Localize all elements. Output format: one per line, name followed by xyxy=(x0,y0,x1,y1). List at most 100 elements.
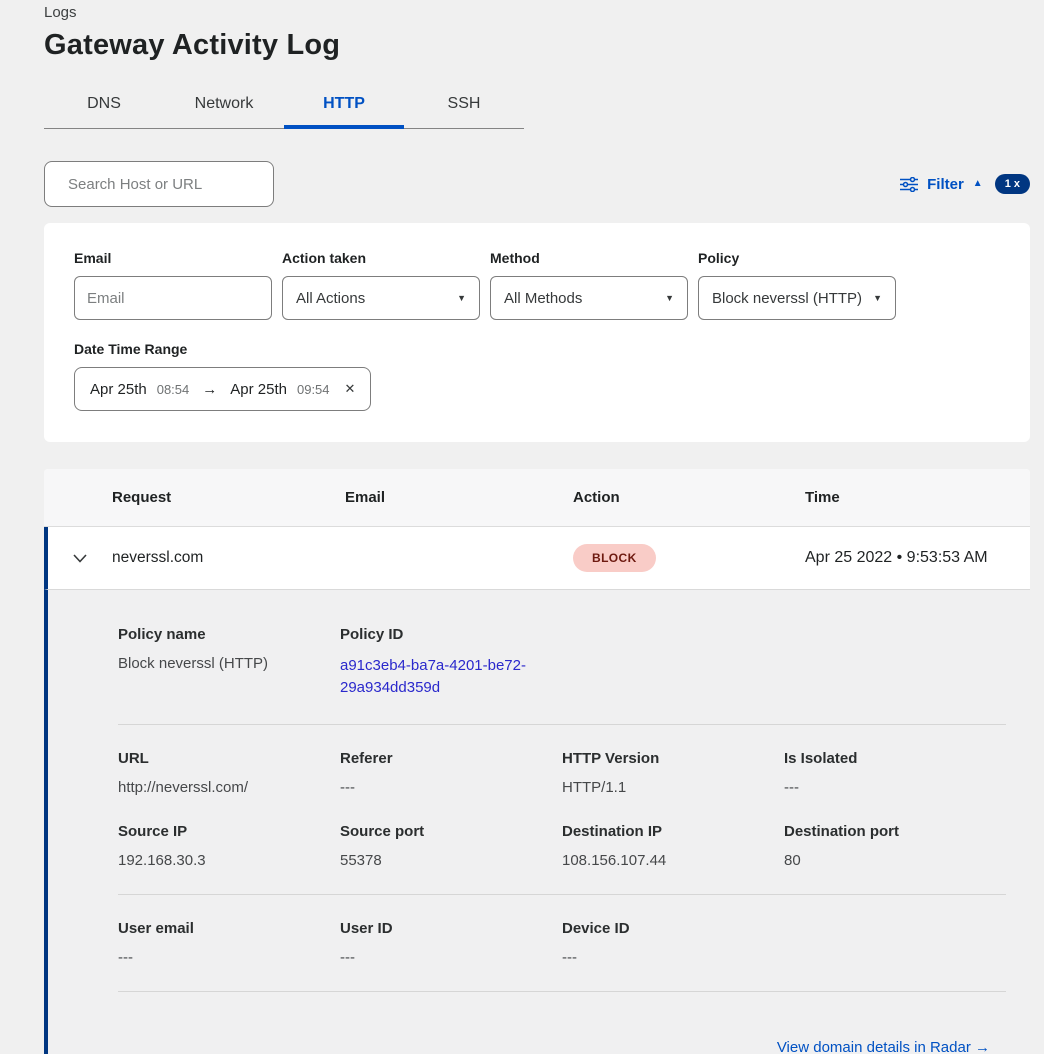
toolbar: Filter ▲ 1 x xyxy=(44,161,1030,207)
device-id-field: Device ID --- xyxy=(562,920,784,966)
arrow-right-icon: → xyxy=(975,1039,990,1054)
caret-down-icon: ▼ xyxy=(457,293,466,303)
email-filter-field: Email xyxy=(74,250,272,320)
policy-id-field: Policy ID a91c3eb4-ba7a-4201-be72-29a934… xyxy=(340,626,1006,699)
tab-http[interactable]: HTTP xyxy=(284,83,404,128)
arrow-right-icon: → xyxy=(199,381,220,398)
policy-select[interactable]: Block neverssl (HTTP) ▼ xyxy=(698,276,896,320)
destination-ip-field: Destination IP 108.156.107.44 xyxy=(562,823,784,869)
user-id-label: User ID xyxy=(340,920,562,937)
user-id-value: --- xyxy=(340,949,562,966)
policy-label: Policy xyxy=(698,250,896,266)
column-header-time: Time xyxy=(805,489,1030,506)
section-divider xyxy=(118,724,1006,725)
method-label: Method xyxy=(490,250,688,266)
source-port-field: Source port 55378 xyxy=(340,823,562,869)
is-isolated-field: Is Isolated --- xyxy=(784,750,1006,796)
action-taken-value: All Actions xyxy=(296,290,365,307)
filter-label: Filter xyxy=(927,176,964,193)
range-end-time[interactable]: 09:54 xyxy=(297,382,330,397)
source-ip-label: Source IP xyxy=(118,823,340,840)
destination-ip-value: 108.156.107.44 xyxy=(562,852,784,869)
action-taken-select[interactable]: All Actions ▼ xyxy=(282,276,480,320)
destination-port-field: Destination port 80 xyxy=(784,823,1006,869)
section-divider xyxy=(118,991,1006,992)
referer-label: Referer xyxy=(340,750,562,767)
table-header-row: Request Email Action Time xyxy=(44,469,1030,527)
range-start-time[interactable]: 08:54 xyxy=(157,382,190,397)
email-filter-label: Email xyxy=(74,250,272,266)
destination-ip-label: Destination IP xyxy=(562,823,784,840)
destination-port-label: Destination port xyxy=(784,823,1006,840)
section-divider xyxy=(118,894,1006,895)
caret-down-icon: ▼ xyxy=(873,293,882,303)
action-taken-field: Action taken All Actions ▼ xyxy=(282,250,480,320)
tab-ssh[interactable]: SSH xyxy=(404,83,524,128)
action-taken-label: Action taken xyxy=(282,250,480,266)
search-box[interactable] xyxy=(44,161,274,207)
caret-up-icon: ▲ xyxy=(973,179,983,189)
caret-down-icon: ▼ xyxy=(665,293,674,303)
user-email-label: User email xyxy=(118,920,340,937)
column-header-email: Email xyxy=(345,489,573,506)
user-email-field: User email --- xyxy=(118,920,340,966)
page-title: Gateway Activity Log xyxy=(44,29,1030,62)
gateway-activity-log-page: Logs Gateway Activity Log DNS Network HT… xyxy=(0,0,1044,1054)
row-detail-panel: Policy name Block neverssl (HTTP) Policy… xyxy=(44,590,1030,1054)
source-ip-value: 192.168.30.3 xyxy=(118,852,340,869)
source-port-value: 55378 xyxy=(340,852,562,869)
row-request: neverssl.com xyxy=(112,549,345,567)
tab-bar: DNS Network HTTP SSH xyxy=(44,83,524,129)
email-filter-input[interactable] xyxy=(74,276,272,320)
destination-port-value: 80 xyxy=(784,852,1006,869)
policy-id-link[interactable]: a91c3eb4-ba7a-4201-be72-29a934dd359d xyxy=(340,655,526,699)
user-id-field: User ID --- xyxy=(340,920,562,966)
device-id-value: --- xyxy=(562,949,784,966)
tab-dns[interactable]: DNS xyxy=(44,83,164,128)
filter-count-badge[interactable]: 1 x xyxy=(995,174,1030,194)
activity-log-table: Request Email Action Time neverssl.com B… xyxy=(44,469,1030,1054)
policy-name-value: Block neverssl (HTTP) xyxy=(118,655,340,672)
user-email-value: --- xyxy=(118,949,340,966)
filter-panel: Email Action taken All Actions ▼ Method … xyxy=(44,223,1030,442)
http-version-field: HTTP Version HTTP/1.1 xyxy=(562,750,784,796)
url-value: http://neverssl.com/ xyxy=(118,779,340,796)
policy-id-label: Policy ID xyxy=(340,626,1006,643)
policy-value: Block neverssl (HTTP) xyxy=(712,290,862,307)
row-time: Apr 25 2022 • 9:53:53 AM xyxy=(805,549,1030,567)
referer-value: --- xyxy=(340,779,562,796)
block-status-badge: BLOCK xyxy=(573,544,656,572)
method-select[interactable]: All Methods ▼ xyxy=(490,276,688,320)
policy-name-field: Policy name Block neverssl (HTTP) xyxy=(118,626,340,699)
column-header-action: Action xyxy=(573,489,805,506)
range-start-date[interactable]: Apr 25th xyxy=(90,381,147,398)
range-end-date[interactable]: Apr 25th xyxy=(230,381,287,398)
date-time-range-picker[interactable]: Apr 25th 08:54 → Apr 25th 09:54 ✕ xyxy=(74,367,371,411)
filter-toggle[interactable]: Filter ▲ 1 x xyxy=(900,174,1030,194)
is-isolated-label: Is Isolated xyxy=(784,750,1006,767)
source-ip-field: Source IP 192.168.30.3 xyxy=(118,823,340,869)
http-version-label: HTTP Version xyxy=(562,750,784,767)
url-field: URL http://neverssl.com/ xyxy=(118,750,340,796)
device-id-label: Device ID xyxy=(562,920,784,937)
date-time-range-label: Date Time Range xyxy=(74,341,1000,357)
breadcrumb[interactable]: Logs xyxy=(44,4,1030,21)
referer-field: Referer --- xyxy=(340,750,562,796)
source-port-label: Source port xyxy=(340,823,562,840)
is-isolated-value: --- xyxy=(784,779,1006,796)
http-version-value: HTTP/1.1 xyxy=(562,779,784,796)
chevron-down-icon[interactable] xyxy=(73,554,87,563)
view-domain-details-radar-link[interactable]: View domain details in Radar → xyxy=(777,1039,990,1054)
column-header-request: Request xyxy=(112,489,345,506)
policy-name-label: Policy name xyxy=(118,626,340,643)
search-input[interactable] xyxy=(68,176,267,193)
method-value: All Methods xyxy=(504,290,582,307)
tab-network[interactable]: Network xyxy=(164,83,284,128)
policy-field: Policy Block neverssl (HTTP) ▼ xyxy=(698,250,896,320)
filter-sliders-icon xyxy=(900,177,918,192)
table-row[interactable]: neverssl.com BLOCK Apr 25 2022 • 9:53:53… xyxy=(44,527,1030,590)
radar-link-text: View domain details in Radar xyxy=(777,1039,971,1054)
method-field: Method All Methods ▼ xyxy=(490,250,688,320)
url-label: URL xyxy=(118,750,340,767)
close-icon[interactable]: ✕ xyxy=(345,381,356,397)
